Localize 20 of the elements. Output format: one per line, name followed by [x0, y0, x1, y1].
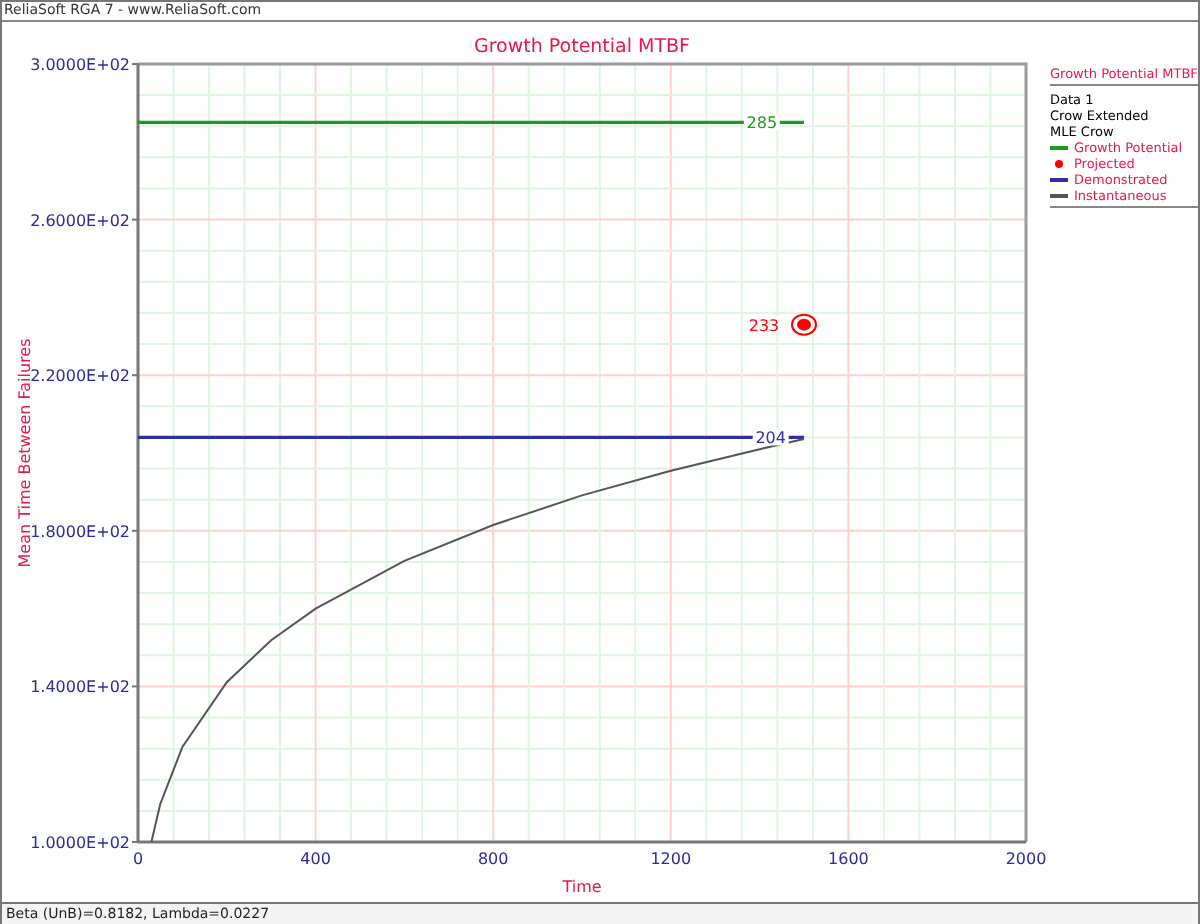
legend-dot-icon — [1050, 158, 1068, 170]
axis-tick-label: 2.2000E+02 — [30, 367, 130, 386]
axis-tick-label: 1600 — [828, 850, 869, 868]
axis-tick-label: 1.4000E+02 — [30, 678, 130, 697]
axis-tick-label: 1.0000E+02 — [30, 834, 130, 852]
axis-tick-label: 0 — [132, 850, 144, 868]
axis-tick-label: 1200 — [650, 850, 692, 868]
y-axis-label: Mean Time Between Failures — [16, 338, 34, 568]
chart-title: Growth Potential MTBF — [473, 36, 691, 58]
axis-tick-label: 800 — [477, 850, 509, 868]
data-label: 204 — [755, 429, 786, 448]
axis-tick-label: 400 — [300, 850, 331, 868]
axis-tick-label: 2.6000E+02 — [30, 211, 130, 230]
data-label: 285 — [746, 114, 778, 133]
x-axis-label: Time — [562, 878, 602, 896]
data-label: 233 — [748, 316, 780, 335]
data-point-marker — [791, 313, 817, 336]
axis-tick-label: 1.8000E+02 — [30, 522, 130, 541]
axis-tick-label: 3.0000E+02 — [30, 56, 130, 74]
axis-tick-label: 2000 — [1005, 850, 1047, 868]
